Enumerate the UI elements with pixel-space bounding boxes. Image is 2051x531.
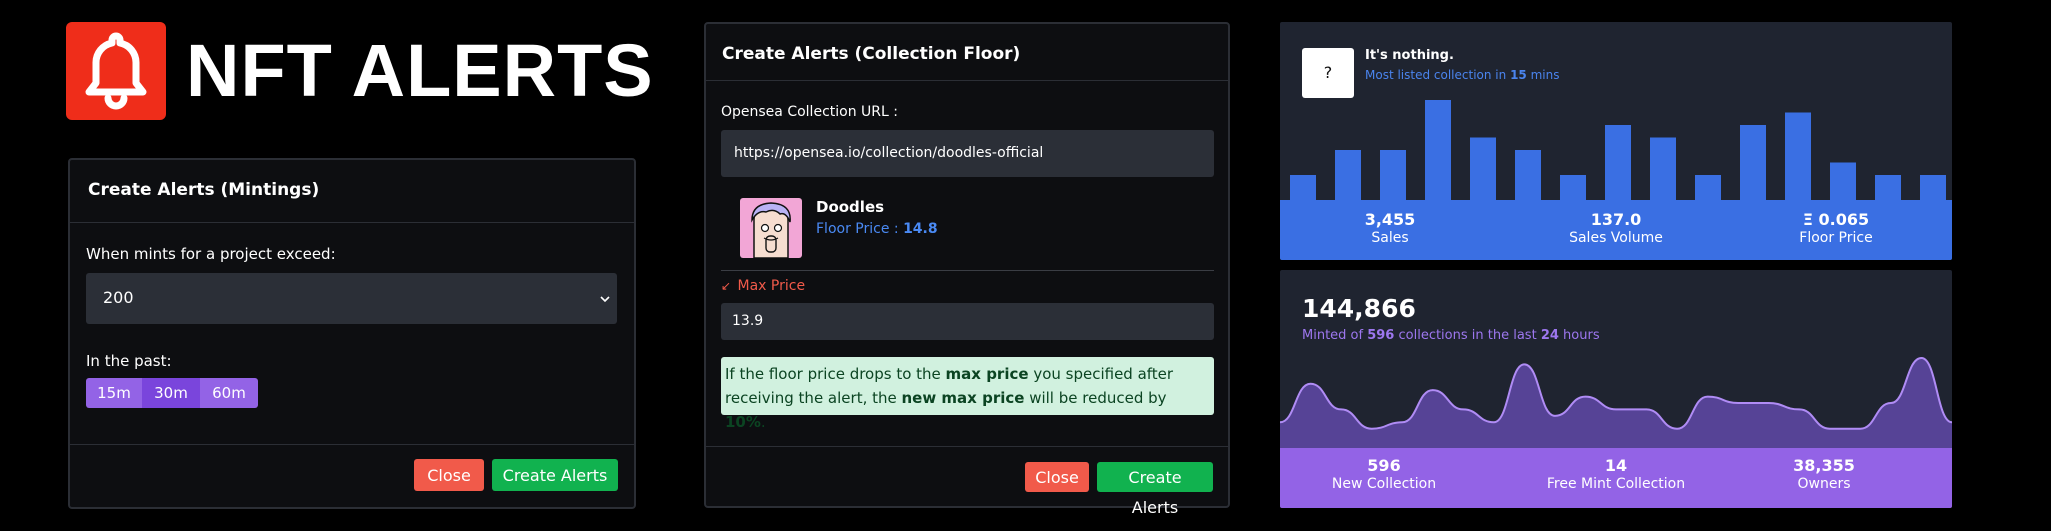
collection-url-input[interactable]: https://opensea.io/collection/doodles-of… bbox=[721, 130, 1214, 177]
doodle-face-icon bbox=[751, 202, 791, 258]
mintings-alert-panel: Create Alerts (Mintings) bbox=[68, 158, 636, 509]
sales-bar bbox=[1290, 175, 1316, 200]
create-alerts-button[interactable]: Create Alerts bbox=[492, 459, 618, 491]
sales-bar bbox=[1335, 150, 1361, 200]
floor-price-label: Floor Price bbox=[1799, 230, 1873, 246]
close-button[interactable]: Close bbox=[1025, 462, 1089, 492]
divider bbox=[721, 270, 1214, 271]
sales-bar bbox=[1470, 137, 1496, 200]
sales-bar bbox=[1875, 175, 1901, 200]
info-text-4: . bbox=[760, 413, 766, 431]
sales-bar bbox=[1515, 150, 1541, 200]
interval-15m[interactable]: 15m bbox=[86, 378, 142, 408]
floor-price-value: Ξ 0.065 bbox=[1802, 210, 1870, 229]
sales-volume-value: 137.0 bbox=[1590, 210, 1642, 229]
floor-price-label: Floor Price : bbox=[816, 221, 899, 237]
bell-icon bbox=[85, 32, 147, 110]
create-alerts-button[interactable]: Create Alerts bbox=[1097, 462, 1213, 517]
sales-bar bbox=[1695, 175, 1721, 200]
divider bbox=[70, 444, 634, 445]
floor-alert-panel: Create Alerts (Collection Floor) bbox=[704, 22, 1230, 508]
sales-bar bbox=[1785, 112, 1811, 200]
sales-bar bbox=[1605, 125, 1631, 200]
sales-bar bbox=[1425, 100, 1451, 200]
floor-panel-title: Create Alerts (Collection Floor) bbox=[722, 44, 1021, 64]
interval-30m[interactable]: 30m bbox=[142, 378, 200, 408]
sales-volume-label: Sales Volume bbox=[1569, 230, 1663, 246]
free-mint-label: Free Mint Collection bbox=[1546, 476, 1686, 492]
sales-bar bbox=[1380, 150, 1406, 200]
divider bbox=[706, 80, 1228, 81]
mints-threshold-value: 200 bbox=[103, 288, 134, 307]
sales-bar bbox=[1650, 137, 1676, 200]
sales-bar bbox=[1830, 162, 1856, 200]
sales-bar bbox=[1740, 125, 1766, 200]
new-collection-value: 596 bbox=[1367, 456, 1401, 475]
collection-url-value: https://opensea.io/collection/doodles-of… bbox=[734, 145, 1044, 161]
max-price-value: 13.9 bbox=[732, 313, 764, 329]
max-price-label: Max Price bbox=[737, 278, 806, 294]
mintings-panel-title: Create Alerts (Mintings) bbox=[88, 180, 320, 200]
info-alert: If the floor price drops to the max pric… bbox=[721, 357, 1214, 431]
sales-value: 3,455 bbox=[1364, 210, 1416, 229]
close-button[interactable]: Close bbox=[414, 459, 484, 491]
chevron-down-icon bbox=[600, 296, 610, 303]
mints-threshold-label: When mints for a project exceed: bbox=[86, 245, 336, 263]
collection-url-label: Opensea Collection URL : bbox=[721, 104, 898, 120]
info-text-1: If the floor price drops to the bbox=[725, 365, 946, 383]
info-bold-max-price: max price bbox=[945, 365, 1029, 383]
info-bold-new-max-price: new max price bbox=[901, 389, 1025, 407]
bell-logo bbox=[66, 22, 166, 120]
info-bold-percent: 10% bbox=[725, 413, 761, 431]
floor-price-value: 14.8 bbox=[903, 221, 938, 237]
minted-area bbox=[1280, 358, 1952, 448]
collection-name: Doodles bbox=[816, 198, 885, 216]
max-price-label-row: ↙ Max Price bbox=[721, 278, 805, 294]
listed-collection-card: ? It's nothing. Most listed collection i… bbox=[1280, 22, 1952, 260]
info-text-3: will be reduced by bbox=[1024, 389, 1167, 407]
sales-bar bbox=[1560, 175, 1586, 200]
free-mint-value: 14 bbox=[1604, 456, 1628, 475]
sales-label: Sales bbox=[1371, 230, 1409, 246]
arrow-down-left-icon: ↙ bbox=[721, 279, 732, 293]
sales-bar bbox=[1920, 175, 1946, 200]
minted-collections-card: 144,866 Minted of 596 collections in the… bbox=[1280, 270, 1952, 508]
owners-label: Owners bbox=[1797, 476, 1851, 492]
app-title: NFT ALERTS bbox=[186, 29, 654, 112]
divider bbox=[70, 222, 634, 223]
mints-threshold-select[interactable]: 200 bbox=[86, 273, 617, 324]
new-collection-label: New Collection bbox=[1331, 476, 1437, 492]
interval-60m[interactable]: 60m bbox=[200, 378, 258, 408]
past-label: In the past: bbox=[86, 352, 172, 370]
collection-avatar bbox=[740, 198, 802, 258]
divider bbox=[706, 446, 1228, 447]
owners-value: 38,355 bbox=[1793, 456, 1855, 475]
floor-price: Floor Price : 14.8 bbox=[816, 221, 938, 237]
max-price-input[interactable]: 13.9 bbox=[721, 303, 1214, 340]
